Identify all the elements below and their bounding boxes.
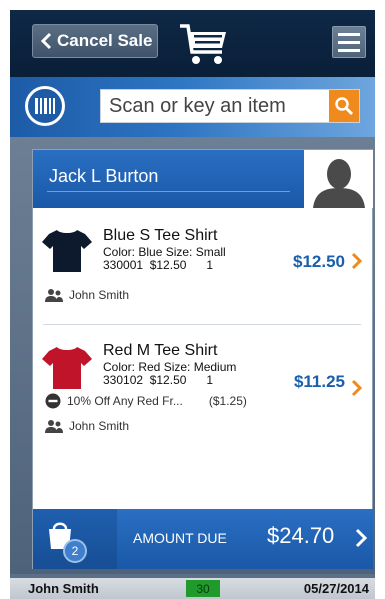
chevron-right-icon[interactable] — [351, 252, 363, 270]
avatar[interactable] — [304, 150, 373, 208]
search-icon — [335, 97, 354, 116]
search-input[interactable] — [101, 94, 327, 118]
line-item[interactable]: Red M Tee Shirt Color: Red Size: Medium … — [33, 335, 373, 465]
top-bar: Cancel Sale — [10, 10, 375, 77]
salesperson-name: John Smith — [69, 419, 130, 433]
menu-icon-bar — [338, 48, 360, 52]
barcode-scan-button[interactable] — [25, 86, 65, 126]
amount-due-label: AMOUNT DUE — [133, 530, 227, 546]
salesperson-row: John Smith — [45, 288, 129, 302]
amount-due-value: $24.70 — [267, 523, 335, 548]
search-box — [100, 89, 360, 123]
sale-panel: Jack L Burton Blue S Tee Shirt Color: Bl… — [32, 149, 373, 569]
chevron-left-icon — [40, 32, 52, 50]
search-button[interactable] — [329, 90, 359, 122]
customer-bar[interactable]: Jack L Burton — [33, 150, 304, 208]
cancel-sale-button[interactable]: Cancel Sale — [32, 24, 158, 58]
menu-button[interactable] — [332, 26, 366, 58]
discount-minus-icon — [45, 393, 61, 409]
discount-label: 10% Off Any Red Fr... — [67, 394, 183, 408]
tee-shirt-icon — [42, 230, 92, 272]
line-item[interactable]: Blue S Tee Shirt Color: Blue Size: Small… — [33, 220, 373, 324]
pos-screen: Cancel Sale Scan or key an item Jack L B… — [10, 10, 375, 599]
customer-underline — [47, 191, 290, 192]
customer-name: Jack L Burton — [49, 166, 159, 186]
cart-icon — [180, 24, 226, 64]
bag-section[interactable]: 2 — [33, 509, 117, 569]
bag-count-badge: 2 — [63, 539, 87, 563]
status-user: John Smith — [28, 581, 99, 596]
item-price: $11.25 — [293, 372, 345, 391]
menu-icon-bar — [338, 40, 360, 44]
search-band — [10, 77, 375, 137]
status-date: 05/27/2014 — [303, 581, 369, 596]
salesperson-row: John Smith — [45, 419, 129, 433]
menu-icon-bar — [338, 32, 360, 36]
main-content: Jack L Burton Blue S Tee Shirt Color: Bl… — [10, 137, 375, 574]
chevron-right-icon[interactable] — [351, 379, 363, 397]
salesperson-icon — [45, 420, 63, 433]
item-name: Blue S Tee Shirt — [103, 227, 218, 244]
status-bar: John Smith 30 05/27/2014 — [10, 578, 375, 599]
discount-row: 10% Off Any Red Fr... ($1.25) — [45, 393, 247, 409]
discount-amount: ($1.25) — [208, 394, 247, 408]
amount-due-bar[interactable]: 2 AMOUNT DUE $24.70 — [33, 509, 373, 569]
tee-shirt-icon — [42, 347, 92, 389]
item-name: Red M Tee Shirt — [103, 342, 218, 359]
item-sku-line: 330001 $12.50 1 — [103, 258, 214, 272]
person-silhouette-icon — [312, 159, 365, 208]
salesperson-icon — [45, 289, 63, 302]
salesperson-name: John Smith — [69, 288, 130, 302]
barcode-icon — [35, 98, 55, 114]
status-counter: 30 — [186, 580, 220, 597]
cancel-sale-label: Cancel Sale — [57, 31, 153, 50]
item-price: $12.50 — [293, 252, 345, 271]
item-sku-line: 330102 $12.50 1 — [103, 373, 214, 387]
chevron-right-icon — [355, 528, 367, 548]
item-divider — [43, 324, 361, 325]
